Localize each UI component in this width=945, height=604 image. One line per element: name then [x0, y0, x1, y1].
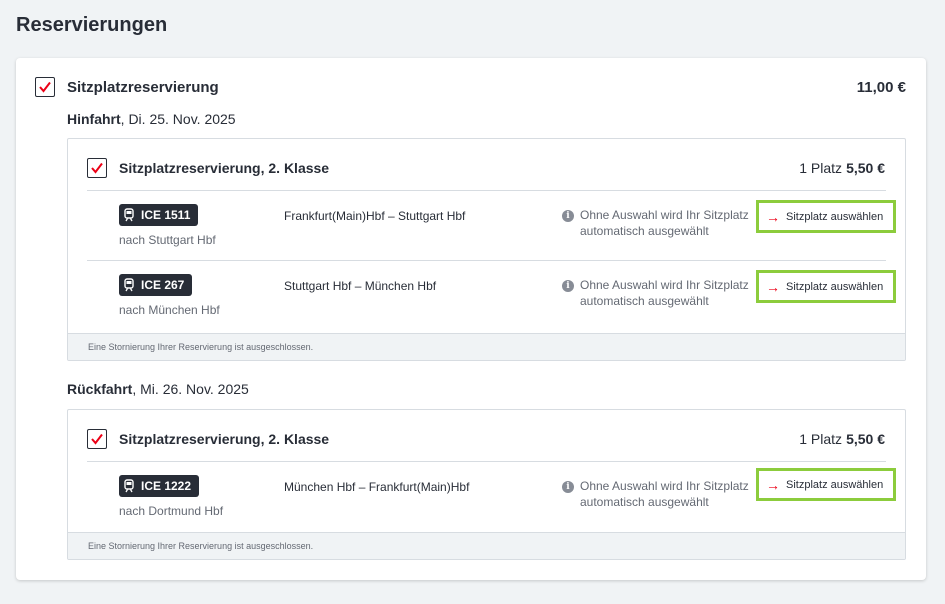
select-seat-button[interactable]: → Sitzplatz auswählen: [756, 270, 896, 303]
select-seat-button[interactable]: → Sitzplatz auswählen: [756, 468, 896, 501]
main-reservation-checkbox[interactable]: [35, 77, 55, 97]
outbound-reservation-label: Sitzplatzreservierung, 2. Klasse: [119, 160, 330, 176]
return-date: , Mi. 26. Nov. 2025: [132, 381, 249, 397]
divider: [87, 260, 886, 261]
divider: [87, 190, 886, 191]
checkmark-icon: [91, 433, 103, 445]
arrow-right-icon: →: [766, 278, 780, 295]
select-seat-label: Sitzplatz auswählen: [786, 478, 884, 491]
outbound-places: 1 Platz: [799, 160, 843, 176]
train-number: ICE 267: [141, 278, 185, 292]
route: Frankfurt(Main)Hbf – Stuttgart Hbf: [284, 209, 466, 223]
checkmark-icon: [91, 162, 103, 174]
outbound-date: , Di. 25. Nov. 2025: [120, 111, 236, 127]
return-reservation-label: Sitzplatzreservierung, 2. Klasse: [119, 431, 330, 447]
main-reservation-label: Sitzplatzreservierung: [67, 79, 219, 96]
arrow-right-icon: →: [766, 476, 780, 493]
divider: [87, 461, 886, 462]
return-reservation-box: Sitzplatzreservierung, 2. Klasse 1 Platz…: [67, 409, 906, 560]
train-destination: nach München Hbf: [119, 303, 220, 317]
outbound-direction: Hinfahrt: [67, 111, 121, 127]
auto-seat-info: Ohne Auswahl wird Ihr Sitzplatz automati…: [580, 278, 749, 308]
train-icon: [123, 479, 135, 493]
train-badge: ICE 267: [119, 274, 193, 296]
cancellation-note: Eine Stornierung Ihrer Reservierung ist …: [68, 532, 905, 559]
select-seat-label: Sitzplatz auswählen: [786, 210, 884, 223]
return-price: 1 Platz 5,50 €: [799, 431, 885, 447]
main-reservation-price: 11,00 €: [856, 79, 906, 96]
reservation-card: Sitzplatzreservierung 11,00 € Hinfahrt, …: [16, 58, 926, 580]
train-number: ICE 1511: [141, 208, 191, 222]
train-badge: ICE 1511: [119, 204, 199, 226]
outbound-price-value: 5,50 €: [846, 160, 885, 176]
return-heading: Rückfahrt, Mi. 26. Nov. 2025: [67, 381, 249, 397]
return-direction: Rückfahrt: [67, 381, 133, 397]
train-icon: [123, 208, 135, 222]
outbound-price: 1 Platz 5,50 €: [799, 160, 885, 176]
outbound-reservation-checkbox[interactable]: [87, 158, 107, 178]
route: Stuttgart Hbf – München Hbf: [284, 279, 437, 293]
auto-seat-info: Ohne Auswahl wird Ihr Sitzplatz automati…: [580, 479, 749, 509]
select-seat-label: Sitzplatz auswählen: [786, 280, 884, 293]
return-reservation-checkbox[interactable]: [87, 429, 107, 449]
arrow-right-icon: →: [766, 208, 780, 225]
train-destination: nach Stuttgart Hbf: [119, 233, 216, 247]
info-icon: i: [562, 481, 574, 493]
return-places: 1 Platz: [799, 431, 843, 447]
cancellation-note: Eine Stornierung Ihrer Reservierung ist …: [68, 333, 905, 360]
outbound-reservation-box: Sitzplatzreservierung, 2. Klasse 1 Platz…: [67, 138, 906, 361]
outbound-heading: Hinfahrt, Di. 25. Nov. 2025: [67, 111, 236, 127]
train-destination: nach Dortmund Hbf: [119, 504, 224, 518]
train-number: ICE 1222: [141, 479, 192, 493]
select-seat-button[interactable]: → Sitzplatz auswählen: [756, 200, 896, 233]
train-badge: ICE 1222: [119, 475, 200, 497]
return-price-value: 5,50 €: [846, 431, 885, 447]
auto-seat-info: Ohne Auswahl wird Ihr Sitzplatz automati…: [580, 208, 749, 238]
page-title: Reservierungen: [16, 14, 168, 36]
info-icon: i: [562, 210, 574, 222]
route: München Hbf – Frankfurt(Main)Hbf: [284, 480, 470, 494]
train-icon: [123, 278, 135, 292]
checkmark-icon: [39, 81, 51, 93]
info-icon: i: [562, 280, 574, 292]
